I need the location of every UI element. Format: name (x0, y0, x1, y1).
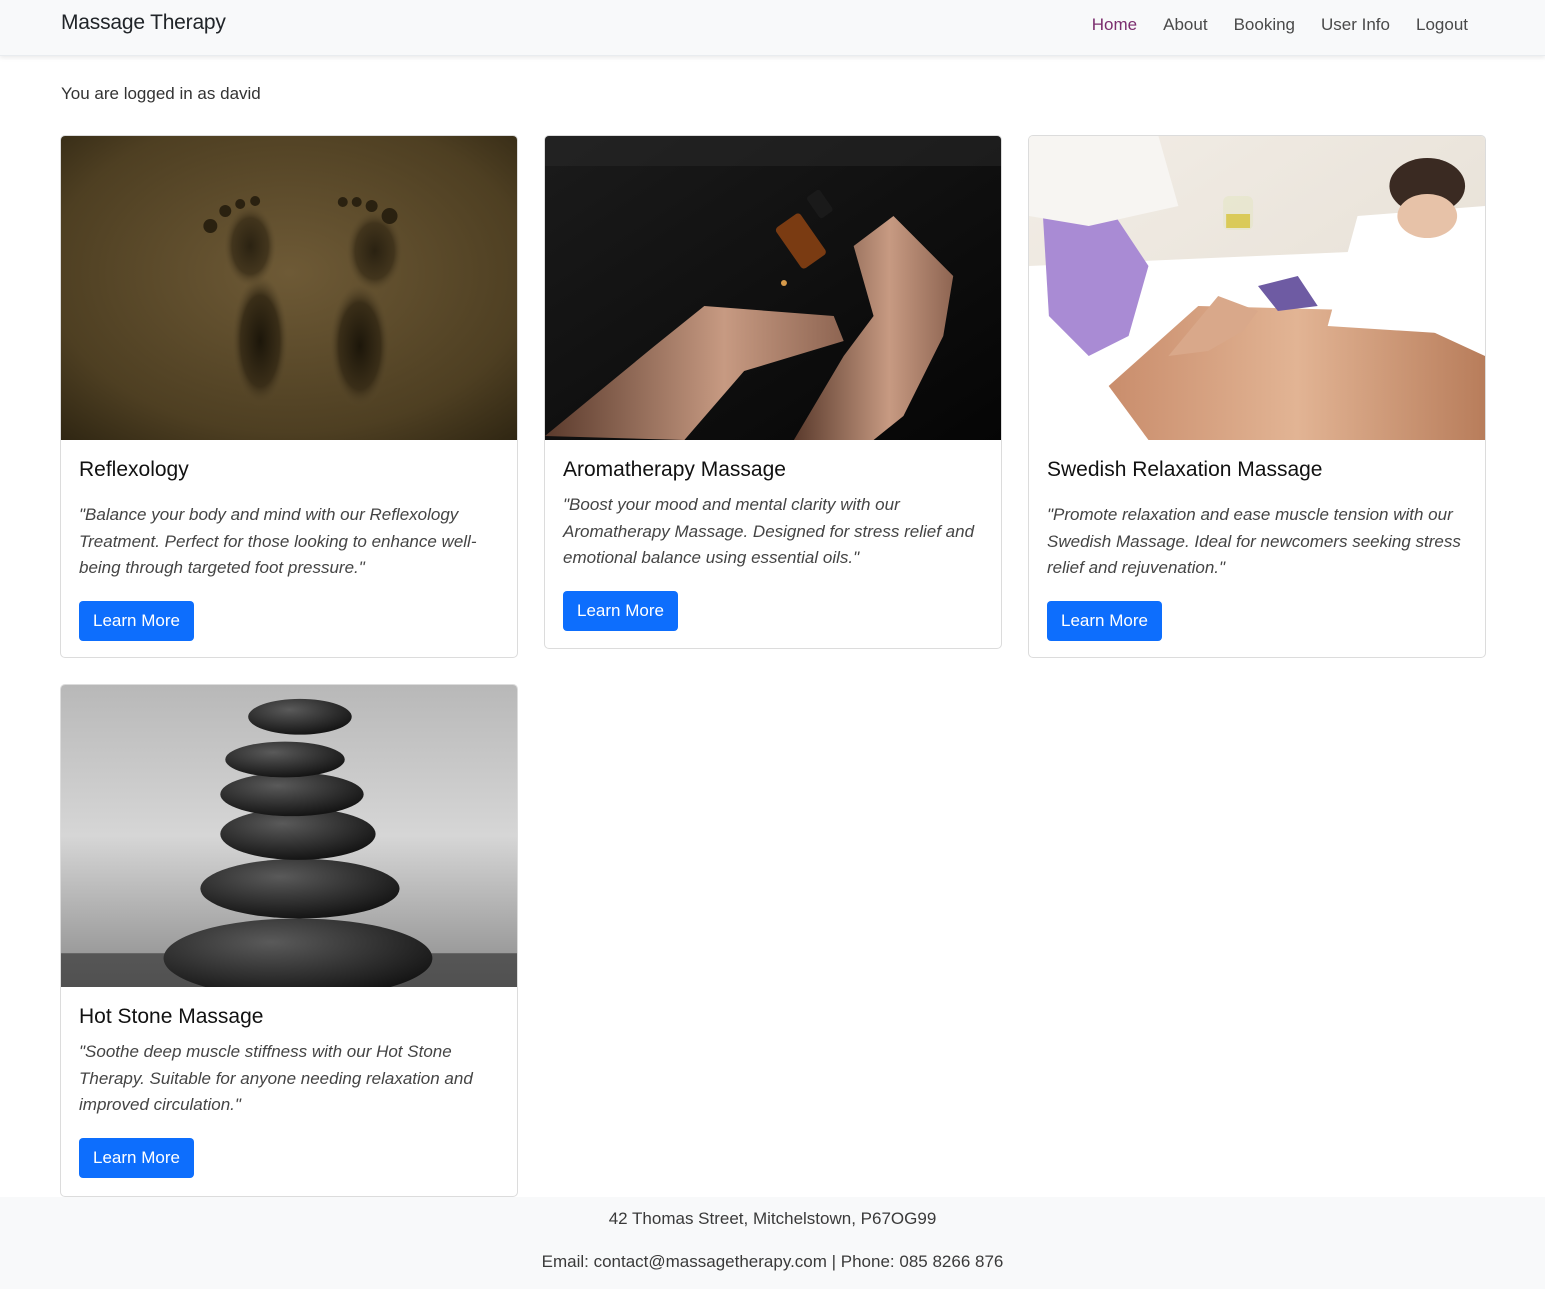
learn-more-button[interactable]: Learn More (1047, 600, 1162, 641)
nav-home-link[interactable]: Home (1079, 14, 1150, 36)
service-card-swedish: Swedish Relaxation Massage "Promote rela… (1028, 135, 1486, 658)
card-description: "Soothe deep muscle stiffness with our H… (79, 1042, 473, 1114)
nav-booking-link[interactable]: Booking (1221, 14, 1308, 36)
card-title: Hot Stone Massage (79, 1005, 264, 1028)
footprints-image (61, 136, 517, 440)
card-title: Swedish Relaxation Massage (1047, 458, 1323, 481)
navbar: Massage Therapy Home About Booking User … (0, 0, 1545, 56)
footer-contact: Email: contact@massagetherapy.com | Phon… (541, 1252, 1004, 1271)
footer-address: 42 Thomas Street, Mitchelstown, P67OG99 (608, 1209, 937, 1228)
nav-user-info-link[interactable]: User Info (1308, 14, 1403, 36)
stacked-stones-image (61, 685, 517, 987)
card-title: Aromatherapy Massage (563, 458, 786, 481)
nav-logout-link[interactable]: Logout (1403, 14, 1468, 36)
nav-links: Home About Booking User Info Logout (1079, 14, 1468, 36)
learn-more-button[interactable]: Learn More (563, 590, 678, 631)
essential-oil-image (545, 136, 1001, 440)
login-status: You are logged in as david (61, 84, 261, 103)
learn-more-button[interactable]: Learn More (79, 1137, 194, 1178)
nav-about-link[interactable]: About (1150, 14, 1220, 36)
card-description: "Balance your body and mind with our Ref… (79, 505, 477, 577)
card-description: "Promote relaxation and ease muscle tens… (1047, 505, 1461, 577)
service-card-reflexology: Reflexology "Balance your body and mind … (60, 135, 518, 658)
service-card-aromatherapy: Aromatherapy Massage "Boost your mood an… (544, 135, 1002, 649)
card-description: "Boost your mood and mental clarity with… (563, 495, 975, 567)
card-title: Reflexology (79, 458, 189, 481)
service-card-hot-stone: Hot Stone Massage "Soothe deep muscle st… (60, 684, 518, 1197)
brand-link[interactable]: Massage Therapy (61, 11, 226, 35)
learn-more-button[interactable]: Learn More (79, 600, 194, 641)
swedish-massage-image (1029, 136, 1485, 440)
footer: 42 Thomas Street, Mitchelstown, P67OG99 … (0, 1197, 1545, 1289)
